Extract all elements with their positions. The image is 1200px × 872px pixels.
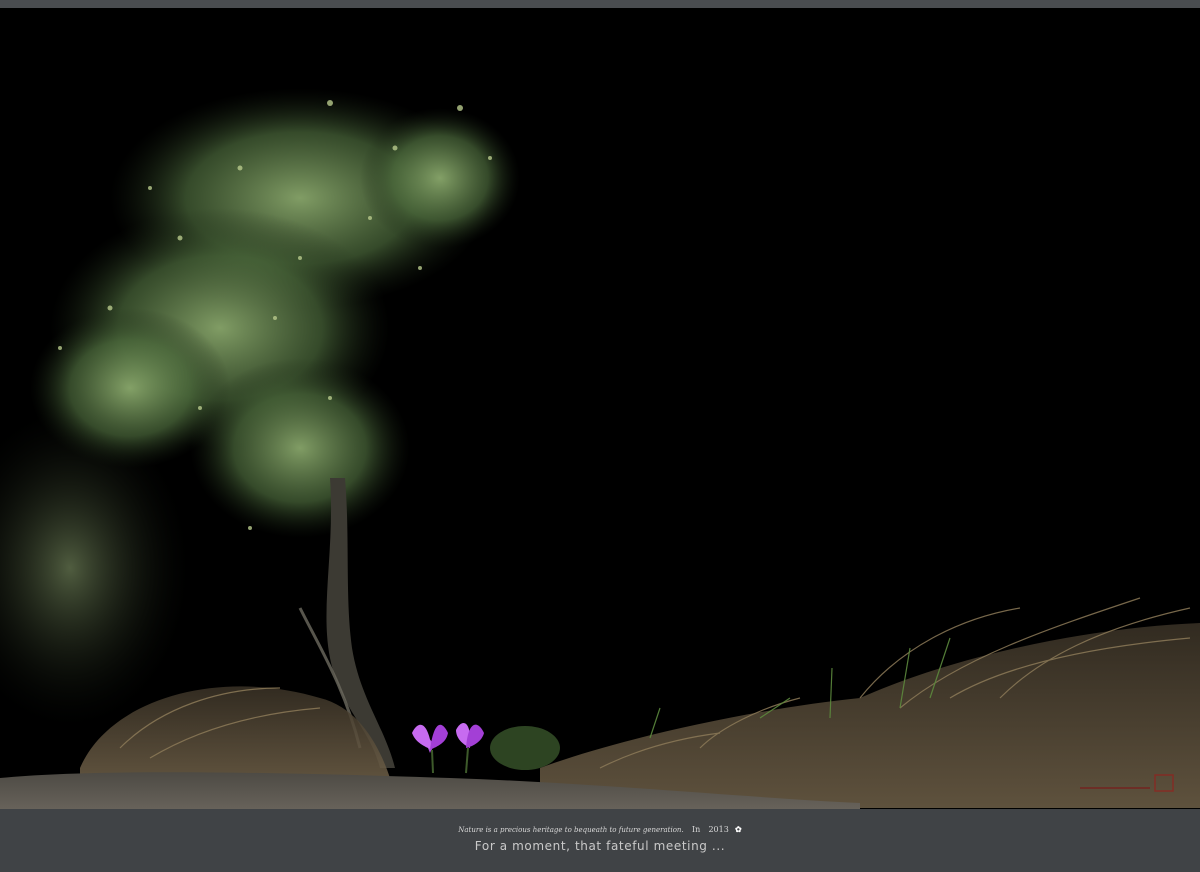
top-border: [0, 0, 1200, 8]
photo-frame: Nature is a precious heritage to bequeat…: [0, 0, 1200, 872]
credit-line: Nature is a precious heritage to bequeat…: [0, 824, 1200, 834]
caption-title: For a moment, that fateful meeting ...: [474, 839, 726, 853]
small-plant: [490, 726, 560, 770]
photo-illustration: [0, 8, 1200, 809]
nature-photo: [0, 8, 1200, 809]
credit-text: Nature is a precious heritage to bequeat…: [458, 826, 684, 834]
credit-in: In: [691, 825, 701, 834]
credit-year: 2013: [708, 825, 729, 834]
logo-icon: ✿: [735, 824, 742, 834]
